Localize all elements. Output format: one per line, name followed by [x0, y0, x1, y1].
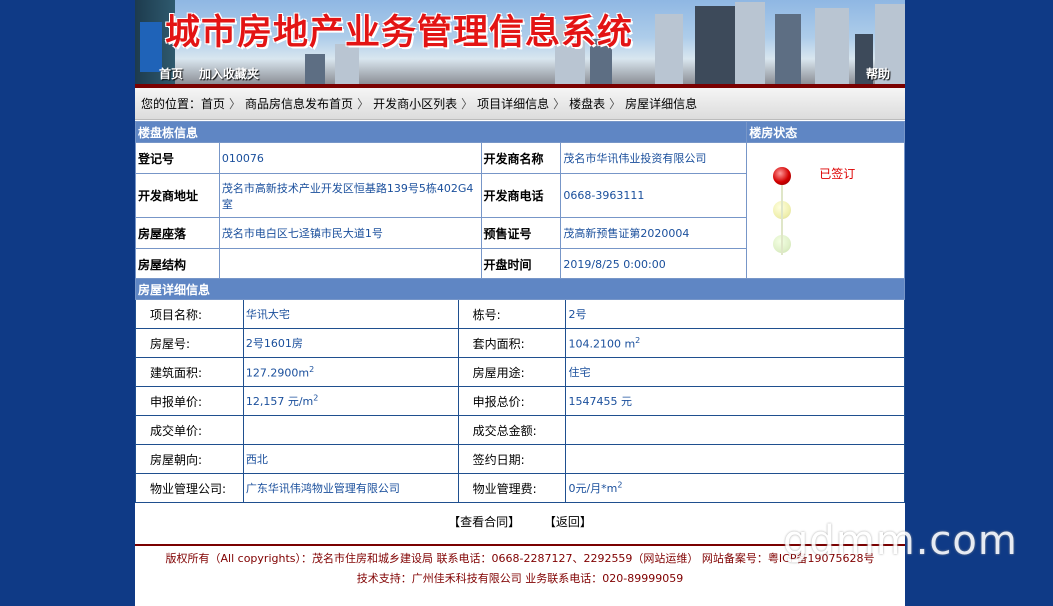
declared-total-price: 1547455 元: [565, 386, 905, 416]
breadcrumb-item-house-detail: 房屋详细信息: [625, 97, 698, 111]
traffic-light-red-icon: [773, 167, 792, 185]
breadcrumb: 您的位置：首页〉商品房信息发布首页〉开发商小区列表〉项目详细信息〉楼盘表〉房屋详…: [135, 88, 905, 120]
opening-time: 2019/8/25 0:00:00: [560, 248, 748, 280]
back-button[interactable]: 【返回】: [544, 515, 592, 529]
site-title: 城市房地产业务管理信息系统: [165, 12, 634, 53]
field-label: 成交总金额:: [457, 415, 567, 445]
property-management-company: 广东华讯伟鸿物业管理有限公司: [242, 473, 459, 503]
top-nav: 首页 加入收藏夹 帮助: [135, 62, 905, 84]
field-label: 项目名称:: [135, 299, 244, 329]
footer-support: 技术支持：广州佳禾科技有限公司 业务联系电话：020-89999059: [356, 572, 684, 585]
watermark-logo: gdmm.com: [783, 518, 1018, 564]
field-label: 申报单价:: [135, 386, 244, 416]
building-area: 127.2900m2: [242, 357, 459, 387]
chevron-right-icon: 〉: [609, 97, 622, 111]
nav-help-link[interactable]: 帮助: [866, 65, 890, 82]
breadcrumb-item-commercial-home[interactable]: 商品房信息发布首页: [245, 97, 353, 111]
field-label: 登记号: [135, 142, 220, 174]
field-label: 开发商名称: [480, 142, 562, 174]
chevron-right-icon: 〉: [461, 97, 474, 111]
field-label: 房屋座落: [135, 217, 220, 249]
building-info-header: 楼盘栋信息: [134, 121, 748, 143]
house-structure: [218, 248, 482, 280]
view-contract-button[interactable]: 【查看合同】: [448, 515, 520, 529]
building-number: 2号: [565, 299, 905, 329]
house-detail-header: 房屋详细信息: [135, 278, 905, 300]
page-container: 城市房地产业务管理信息系统 首页 加入收藏夹 帮助 您的位置：首页〉商品房信息发…: [134, 0, 905, 606]
field-label: 房屋结构: [135, 248, 220, 280]
chevron-right-icon: 〉: [229, 97, 242, 111]
field-label: 签约日期:: [457, 444, 567, 474]
deal-unit-price: [242, 415, 459, 445]
field-label: 预售证号: [480, 217, 562, 249]
project-name: 华讯大宅: [242, 299, 459, 329]
inner-area: 104.2100 m2: [565, 328, 905, 358]
chevron-right-icon: 〉: [553, 97, 566, 111]
deal-total-amount: [565, 415, 905, 445]
presale-certificate: 茂高新预售证第2020004: [560, 217, 748, 249]
field-label: 栋号:: [457, 299, 567, 329]
field-label: 成交单价:: [135, 415, 244, 445]
status-value: 已签订: [819, 167, 856, 181]
nav-home-link[interactable]: 首页: [159, 65, 183, 82]
developer-phone: 0668-3963111: [560, 173, 748, 218]
breadcrumb-item-developer-list[interactable]: 开发商小区列表: [373, 97, 457, 111]
property-management-fee: 0元/月*m2: [565, 473, 905, 503]
nav-add-favorite-link[interactable]: 加入收藏夹: [199, 65, 259, 82]
house-usage: 住宅: [565, 357, 905, 387]
field-label: 房屋朝向:: [135, 444, 244, 474]
field-label: 申报总价:: [457, 386, 567, 416]
breadcrumb-item-home[interactable]: 首页: [201, 97, 225, 111]
breadcrumb-prefix: 您的位置：: [141, 97, 202, 111]
field-label: 开盘时间: [480, 248, 562, 280]
building-status-panel: 已签订: [746, 142, 905, 280]
field-label: 房屋号:: [135, 328, 244, 358]
breadcrumb-item-project-detail[interactable]: 项目详细信息: [477, 97, 549, 111]
registration-number: 010076: [218, 142, 482, 174]
house-number: 2号1601房: [242, 328, 459, 358]
developer-name: 茂名市华讯伟业投资有限公司: [560, 142, 748, 174]
house-location: 茂名市电白区七迳镇市民大道1号: [218, 217, 482, 249]
chevron-right-icon: 〉: [357, 97, 370, 111]
field-label: 物业管理费:: [457, 473, 567, 503]
house-detail-table: 房屋详细信息 项目名称: 华讯大宅 栋号: 2号 房屋号: 2号1601房 套内…: [135, 278, 905, 503]
field-label: 房屋用途:: [457, 357, 567, 387]
field-label: 建筑面积:: [135, 357, 244, 387]
signing-date: [565, 444, 905, 474]
developer-address: 茂名市高新技术产业开发区恒基路139号5栋402G4室: [218, 173, 482, 218]
breadcrumb-item-building-table[interactable]: 楼盘表: [569, 97, 605, 111]
field-label: 套内面积:: [457, 328, 567, 358]
field-label: 开发商电话: [480, 173, 562, 218]
field-label: 开发商地址: [135, 173, 220, 218]
declared-unit-price: 12,157 元/m2: [242, 386, 459, 416]
building-status-header: 楼房状态: [746, 121, 905, 143]
house-orientation: 西北: [242, 444, 459, 474]
header-banner: 城市房地产业务管理信息系统 首页 加入收藏夹 帮助: [135, 0, 905, 84]
field-label: 物业管理公司:: [135, 473, 244, 503]
building-info-table: 楼盘栋信息 楼房状态 登记号 010076 开发商名称 茂名市华讯伟业投资有限公…: [134, 121, 905, 280]
